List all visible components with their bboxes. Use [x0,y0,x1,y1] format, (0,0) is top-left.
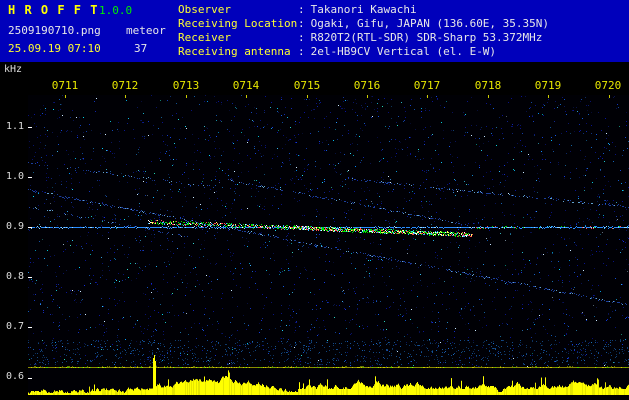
y-tick-label: 0.6 [5,371,24,382]
info-row-location: Receiving Location : Ogaki, Gifu, JAPAN … [178,17,549,31]
x-tick-label: 0711 [51,79,79,92]
x-tick-label: 0712 [111,79,139,92]
x-tick-label: 0718 [474,79,502,92]
x-tick-label: 0715 [293,79,321,92]
info-value: 2el-HB9CV Vertical (el. E-W) [310,45,497,58]
info-value: Ogaki, Gifu, JAPAN (136.60E, 35.35N) [310,17,550,30]
spectrogram-canvas [28,95,629,395]
info-row-receiver: Receiver : R820T2(RTL-SDR) SDR-Sharp 53.… [178,31,549,45]
info-label: Observer [178,3,231,16]
echo-count: 37 [134,42,148,55]
output-filename: 2509190710.png [8,24,101,37]
header: H R O F F T 1.0.0 2509190710.png meteor … [0,0,629,62]
version-label: 1.0.0 [99,4,133,17]
x-tick-label: 0713 [172,79,200,92]
mode-label: meteor [126,24,166,37]
x-tick-label: 0720 [594,79,622,92]
x-tick-label: 0714 [232,79,260,92]
khz-unit-label: kHz [4,64,23,75]
info-row-observer: Observer : Takanori Kawachi [178,3,549,17]
datetime-label: 25.09.19 07:10 [8,42,101,55]
y-tick-label: 0.8 [5,271,24,282]
x-tick-label: 0716 [353,79,381,92]
info-row-antenna: Receiving antenna : 2el-HB9CV Vertical (… [178,45,549,59]
x-tick-label: 0719 [534,79,562,92]
y-tick-label: 1.1 [5,121,24,132]
hrofft-screen: H R O F F T 1.0.0 2509190710.png meteor … [0,0,629,400]
info-value: R820T2(RTL-SDR) SDR-Sharp 53.372MHz [310,31,543,44]
station-info: Observer : Takanori Kawachi Receiving Lo… [178,3,549,59]
info-label: Receiver [178,31,231,44]
info-separator: : [298,17,305,30]
y-tick-label: 0.7 [5,321,24,332]
y-tick-label: 0.9 [5,221,24,232]
y-tick-label: 1.0 [5,171,24,182]
info-separator: : [298,45,305,58]
info-label: Receiving Location [178,17,298,30]
x-tick-label: 0717 [413,79,441,92]
info-separator: : [298,31,305,44]
info-value: Takanori Kawachi [310,3,417,16]
app-title: H R O F F T [8,3,99,17]
info-separator: : [298,3,305,16]
info-label: Receiving antenna [178,45,291,58]
